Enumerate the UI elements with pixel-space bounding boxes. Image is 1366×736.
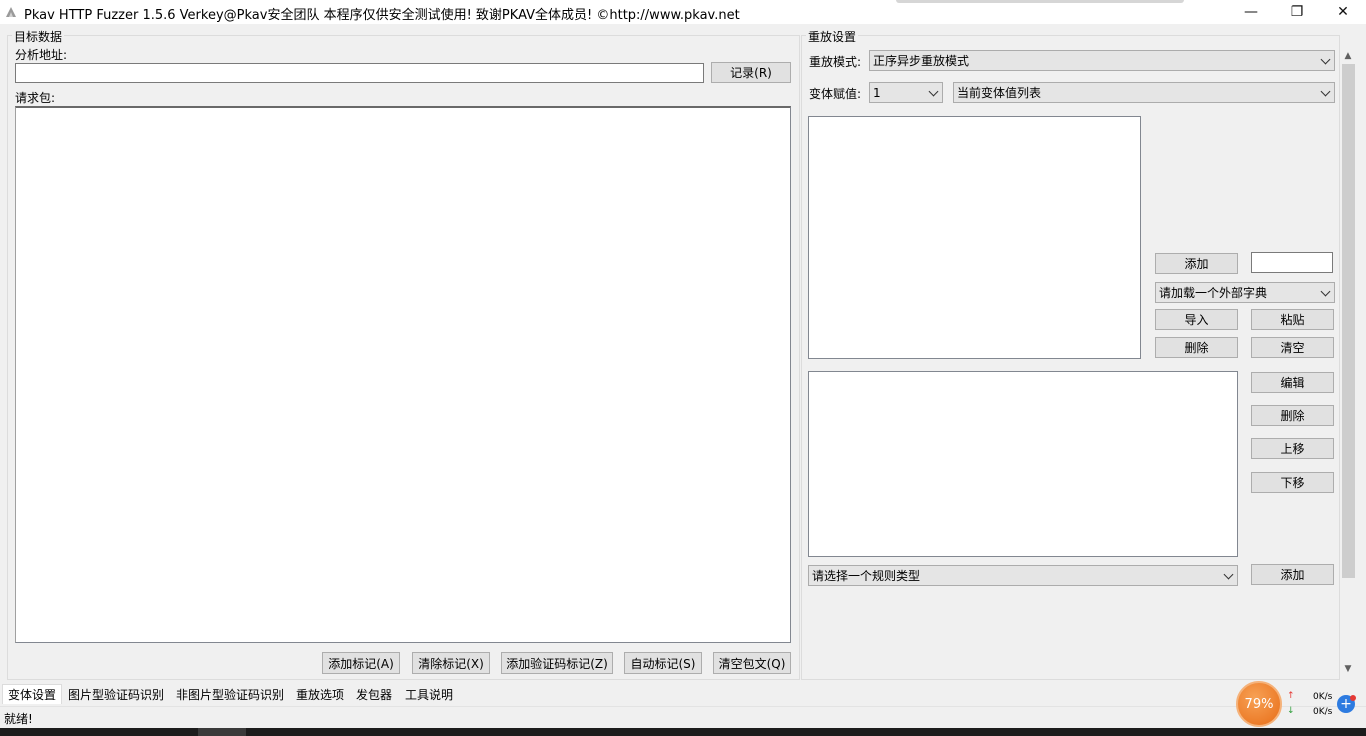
- memory-gauge[interactable]: 79%: [1236, 681, 1282, 727]
- notification-dot: [1350, 695, 1356, 701]
- url-label: 分析地址:: [15, 48, 68, 62]
- clear-body-button[interactable]: 清空包文(Q): [713, 652, 791, 674]
- tab-replay-options[interactable]: 重放选项: [292, 684, 348, 704]
- add-value-button[interactable]: 添加: [1155, 253, 1238, 274]
- delete-value-button[interactable]: 删除: [1155, 337, 1238, 358]
- overlay-bar: [896, 0, 1184, 3]
- rule-type-value: 请选择一个规则类型: [812, 569, 921, 583]
- dictionary-select[interactable]: 请加载一个外部字典: [1155, 282, 1335, 303]
- window-title: Pkav HTTP Fuzzer 1.5.6 Verkey@Pkav安全团队 本…: [24, 8, 740, 23]
- replay-mode-label: 重放模式:: [809, 55, 862, 69]
- record-button[interactable]: 记录(R): [711, 62, 791, 83]
- add-captcha-mark-button[interactable]: 添加验证码标记(Z): [501, 652, 613, 674]
- tab-non-image-captcha[interactable]: 非图片型验证码识别: [171, 684, 289, 704]
- variant-list-value: 当前变体值列表: [957, 86, 1042, 100]
- move-up-button[interactable]: 上移: [1251, 438, 1334, 459]
- tab-image-captcha[interactable]: 图片型验证码识别: [64, 684, 168, 704]
- tab-tool-help[interactable]: 工具说明: [400, 684, 458, 704]
- upload-arrow-icon: ↑: [1287, 691, 1295, 701]
- rule-type-select[interactable]: 请选择一个规则类型: [808, 565, 1238, 586]
- close-icon: ✕: [1337, 4, 1349, 20]
- move-down-button[interactable]: 下移: [1251, 472, 1334, 493]
- clear-values-button[interactable]: 清空: [1251, 337, 1334, 358]
- replay-mode-select[interactable]: 正序异步重放模式: [869, 50, 1335, 71]
- status-text: 就绪!: [4, 712, 33, 726]
- maximize-button[interactable]: ❐: [1274, 0, 1320, 24]
- variant-values-list[interactable]: [808, 116, 1141, 359]
- add-rule-button[interactable]: 添加: [1251, 564, 1334, 585]
- auto-mark-button[interactable]: 自动标记(S): [624, 652, 702, 674]
- paste-button[interactable]: 粘贴: [1251, 309, 1334, 330]
- minimize-button[interactable]: —: [1228, 0, 1274, 24]
- chevron-down-icon: [1320, 286, 1331, 296]
- gauge-value: 79%: [1244, 696, 1274, 712]
- upload-speed: 0K/s: [1313, 692, 1333, 702]
- download-arrow-icon: ↓: [1287, 706, 1295, 716]
- rules-list[interactable]: [808, 371, 1238, 557]
- app-icon: [4, 5, 18, 19]
- target-data-title: 目标数据: [12, 28, 65, 45]
- edit-rule-button[interactable]: 编辑: [1251, 372, 1334, 393]
- tab-packet-sender[interactable]: 发包器: [351, 684, 397, 704]
- chevron-down-icon: [1320, 86, 1331, 96]
- maximize-icon: ❐: [1290, 4, 1304, 20]
- replay-settings-title: 重放设置: [806, 28, 859, 45]
- variant-index-value: 1: [873, 85, 881, 100]
- request-label: 请求包:: [15, 91, 56, 105]
- import-button[interactable]: 导入: [1155, 309, 1238, 330]
- request-textarea[interactable]: [15, 106, 791, 643]
- url-input[interactable]: [15, 63, 704, 83]
- chevron-down-icon: [928, 86, 939, 96]
- dictionary-select-value: 请加载一个外部字典: [1159, 286, 1268, 300]
- tab-variant-settings[interactable]: 变体设置: [2, 684, 62, 704]
- scroll-down-icon[interactable]: ▼: [1343, 664, 1353, 674]
- clear-mark-button[interactable]: 清除标记(X): [412, 652, 490, 674]
- minimize-icon: —: [1244, 4, 1258, 20]
- scroll-up-icon[interactable]: ▲: [1343, 51, 1353, 61]
- chevron-down-icon: [1223, 569, 1234, 579]
- chevron-down-icon: [1320, 54, 1331, 64]
- variant-assign-label: 变体赋值:: [809, 87, 862, 101]
- add-value-input[interactable]: [1251, 252, 1333, 273]
- variant-index-select[interactable]: 1: [869, 82, 943, 103]
- scrollbar-thumb[interactable]: [1342, 64, 1355, 578]
- add-mark-button[interactable]: 添加标记(A): [322, 652, 400, 674]
- close-button[interactable]: ✕: [1320, 0, 1366, 24]
- variant-list-select[interactable]: 当前变体值列表: [953, 82, 1335, 103]
- download-speed: 0K/s: [1313, 707, 1333, 717]
- taskbar-item[interactable]: [198, 728, 246, 736]
- status-bar: [0, 706, 1366, 728]
- replay-mode-value: 正序异步重放模式: [873, 54, 970, 68]
- delete-rule-button[interactable]: 删除: [1251, 405, 1334, 426]
